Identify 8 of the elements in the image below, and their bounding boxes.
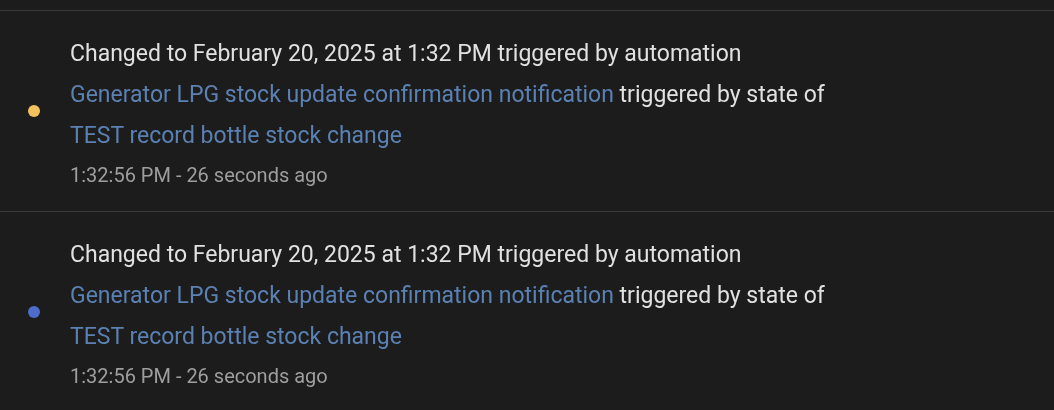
- timestamp: 1:32:56 PM - 26 seconds ago: [70, 362, 329, 390]
- automation-link[interactable]: Generator LPG stock update confirmation notification: [70, 281, 614, 309]
- automation-link[interactable]: TEST record bottle stock change: [70, 121, 402, 149]
- automation-link[interactable]: TEST record bottle stock change: [70, 322, 402, 350]
- log-message: Changed to February 20, 2025 at 1:32 PM triggered by automation Generator LPG stock update confirmation notification triggered by state of TEST record bottle stock change: [70, 239, 826, 352]
- log-message: Changed to February 20, 2025 at 1:32 PM triggered by automation Generator LPG stock update confirmation notification triggered by state of TEST record bottle stock change: [70, 38, 826, 151]
- automation-link[interactable]: Generator LPG stock update confirmation notification: [70, 80, 614, 108]
- timestamp: 1:32:56 PM - 26 seconds ago: [70, 161, 329, 189]
